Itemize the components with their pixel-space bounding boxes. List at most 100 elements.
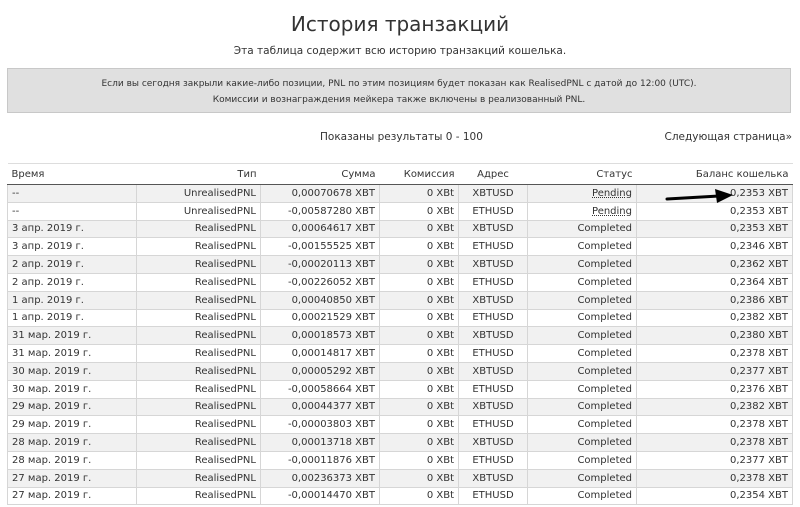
- table-row: 30 мар. 2019 г. RealisedPNL 0,00005292 XBT…: [7, 361, 793, 381]
- cell-status: Completed: [527, 468, 637, 488]
- cell-fee: 0 XBt: [379, 450, 459, 470]
- cell-fee: 0 XBt: [379, 379, 459, 399]
- cell-fee: 0 XBt: [379, 344, 459, 363]
- cell-balance: 0,2378 XBT: [636, 344, 793, 363]
- cell-address: XBTUSD: [458, 361, 528, 381]
- cell-status: Completed: [527, 255, 637, 274]
- cell-time: 27 мар. 2019 г.: [7, 468, 137, 488]
- table-row: 2 апр. 2019 г. RealisedPNL -0,00226052 XBT…: [7, 272, 793, 292]
- table-body: -- UnrealisedPNL 0,00070678 XBT 0 XBt XBTUSD…: [7, 184, 793, 506]
- cell-status: Completed: [527, 272, 637, 292]
- cell-type: RealisedPNL: [136, 326, 261, 346]
- cell-time: 30 мар. 2019 г.: [7, 379, 137, 399]
- cell-time: 1 апр. 2019 г.: [7, 290, 137, 310]
- header-balance[interactable]: Баланс кошелька: [636, 163, 793, 185]
- cell-status: Completed: [527, 237, 637, 257]
- cell-fee: 0 XBt: [379, 201, 459, 221]
- cell-amount: -0,00058664 XBT: [260, 379, 380, 399]
- cell-amount: 0,00040850 XBT: [260, 290, 380, 310]
- cell-fee: 0 XBt: [379, 219, 459, 239]
- cell-status: Completed: [527, 361, 637, 381]
- cell-type: RealisedPNL: [136, 379, 261, 399]
- cell-time: 3 апр. 2019 г.: [7, 219, 137, 239]
- results-count: Показаны результаты 0 - 100: [320, 131, 483, 143]
- cell-address: ETHUSD: [458, 415, 528, 435]
- cell-status: Completed: [527, 308, 637, 328]
- cell-amount: -0,00155525 XBT: [260, 237, 380, 257]
- cell-amount: -0,00014470 XBT: [260, 486, 380, 506]
- cell-time: 28 мар. 2019 г.: [7, 433, 137, 452]
- cell-type: UnrealisedPNL: [136, 201, 261, 221]
- cell-amount: 0,00013718 XBT: [260, 433, 380, 452]
- table-row: 28 мар. 2019 г. RealisedPNL 0,00013718 XBT…: [7, 433, 793, 452]
- header-type[interactable]: Тип: [136, 163, 261, 185]
- info-notice: Если вы сегодня закрыли какие-либо позиц…: [7, 68, 791, 113]
- cell-address: ETHUSD: [458, 201, 528, 221]
- cell-fee: 0 XBt: [379, 486, 459, 506]
- cell-amount: 0,00021529 XBT: [260, 308, 380, 328]
- cell-balance: 0,2382 XBT: [636, 397, 793, 417]
- cell-time: 31 мар. 2019 г.: [7, 326, 137, 346]
- cell-address: XBTUSD: [458, 184, 528, 203]
- cell-fee: 0 XBt: [379, 308, 459, 328]
- cell-balance: 0,2382 XBT: [636, 308, 793, 328]
- page-subtitle: Эта таблица содержит всю историю транзак…: [233, 45, 567, 57]
- cell-status: Completed: [527, 397, 637, 417]
- cell-fee: 0 XBt: [379, 272, 459, 292]
- cell-time: 29 мар. 2019 г.: [7, 397, 137, 417]
- cell-amount: 0,00070678 XBT: [260, 184, 380, 203]
- cell-address: XBTUSD: [458, 468, 528, 488]
- cell-type: RealisedPNL: [136, 415, 261, 435]
- cell-type: RealisedPNL: [136, 219, 261, 239]
- header-amount[interactable]: Сумма: [260, 163, 380, 185]
- cell-amount: -0,00020113 XBT: [260, 255, 380, 274]
- table-row: 29 мар. 2019 г. RealisedPNL 0,00044377 XBT…: [7, 397, 793, 417]
- cell-time: 27 мар. 2019 г.: [7, 486, 137, 506]
- cell-amount: -0,00011876 XBT: [260, 450, 380, 470]
- header-time[interactable]: Время: [7, 163, 137, 185]
- cell-address: XBTUSD: [458, 219, 528, 239]
- cell-time: 2 апр. 2019 г.: [7, 255, 137, 274]
- header-address[interactable]: Адрес: [458, 163, 528, 185]
- cell-time: 2 апр. 2019 г.: [7, 272, 137, 292]
- cell-status: Completed: [527, 344, 637, 363]
- status-pending-link[interactable]: Pending: [592, 188, 632, 199]
- cell-balance: 0,2377 XBT: [636, 361, 793, 381]
- cell-type: RealisedPNL: [136, 468, 261, 488]
- status-pending-link[interactable]: Pending: [592, 206, 632, 217]
- cell-amount: 0,00064617 XBT: [260, 219, 380, 239]
- cell-address: XBTUSD: [458, 326, 528, 346]
- cell-amount: -0,00003803 XBT: [260, 415, 380, 435]
- cell-balance: 0,2346 XBT: [636, 237, 793, 257]
- cell-fee: 0 XBt: [379, 237, 459, 257]
- table-row: 1 апр. 2019 г. RealisedPNL 0,00040850 XBT 0…: [7, 290, 793, 310]
- cell-address: XBTUSD: [458, 255, 528, 274]
- cell-type: RealisedPNL: [136, 237, 261, 257]
- cell-amount: -0,00226052 XBT: [260, 272, 380, 292]
- cell-fee: 0 XBt: [379, 361, 459, 381]
- cell-time: 30 мар. 2019 г.: [7, 361, 137, 381]
- cell-time: 29 мар. 2019 г.: [7, 415, 137, 435]
- cell-address: ETHUSD: [458, 308, 528, 328]
- header-status[interactable]: Статус: [527, 163, 637, 185]
- cell-balance: 0,2353 XBT: [636, 219, 793, 239]
- cell-status: Completed: [527, 450, 637, 470]
- cell-type: RealisedPNL: [136, 361, 261, 381]
- table-row: 1 апр. 2019 г. RealisedPNL 0,00021529 XBT 0…: [7, 308, 793, 328]
- next-page-link[interactable]: Следующая страница»: [665, 131, 792, 143]
- cell-amount: 0,00044377 XBT: [260, 397, 380, 417]
- table-row: 27 мар. 2019 г. RealisedPNL -0,00014470 XB…: [7, 486, 793, 506]
- cell-fee: 0 XBt: [379, 397, 459, 417]
- cell-balance: 0,2354 XBT: [636, 486, 793, 506]
- cell-address: XBTUSD: [458, 290, 528, 310]
- header-fee[interactable]: Комиссия: [379, 163, 459, 185]
- cell-fee: 0 XBt: [379, 433, 459, 452]
- cell-type: RealisedPNL: [136, 255, 261, 274]
- cell-status: Completed: [527, 379, 637, 399]
- cell-balance: 0,2378 XBT: [636, 468, 793, 488]
- cell-balance: 0,2380 XBT: [636, 326, 793, 346]
- cell-amount: -0,00587280 XBT: [260, 201, 380, 221]
- table-row: 3 апр. 2019 г. RealisedPNL 0,00064617 XBT 0…: [7, 219, 793, 239]
- cell-amount: 0,00236373 XBT: [260, 468, 380, 488]
- cell-type: RealisedPNL: [136, 433, 261, 452]
